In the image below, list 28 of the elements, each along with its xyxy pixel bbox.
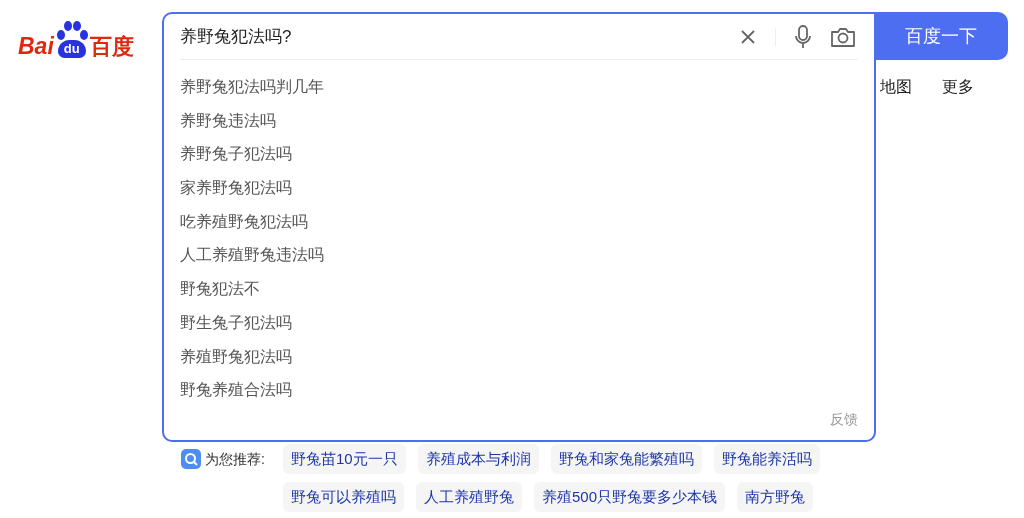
suggestion-item[interactable]: 野兔养殖合法吗 [164,373,874,407]
suggestion-item[interactable]: 人工养殖野兔违法吗 [164,238,874,273]
recommend-chip[interactable]: 养殖成本与利润 [417,444,539,474]
recommend-chip[interactable]: 野兔苗10元一只 [283,444,406,474]
recommend-chip[interactable]: 野兔可以养殖吗 [283,482,404,512]
suggestion-item[interactable]: 吃养殖野兔犯法吗 [164,204,874,239]
suggestion-item[interactable]: 野兔犯法不 [164,272,874,306]
camera-icon[interactable] [830,25,856,48]
search-field[interactable]: 养野兔犯法吗? [180,23,739,50]
nav-link[interactable]: 地图 [880,75,912,99]
search-button[interactable]: 百度一下 [874,12,1008,60]
suggestion-item[interactable]: 养野兔子犯法吗 [164,137,874,172]
search-icon [181,449,201,469]
suggestion-item[interactable]: 家养野兔犯法吗 [164,171,874,205]
clear-icon[interactable] [739,27,757,46]
logo[interactable]: Bai du 百度 [18,18,134,58]
suggestion-item[interactable]: 养野兔违法吗 [164,103,874,138]
suggestion-item[interactable]: 养殖野兔犯法吗 [164,339,874,374]
recommend-chip[interactable]: 野兔和家兔能繁殖吗 [550,444,702,474]
suggestion-item[interactable]: 养野兔犯法吗判几年 [164,70,874,104]
recommend-label: 为您推荐: [205,449,265,469]
nav-link[interactable]: 更多 [942,75,974,99]
recommend-chip[interactable]: 南方野兔 [737,482,814,512]
recommend-chip[interactable]: 野兔能养活吗 [713,444,820,474]
recommend-chip[interactable]: 人工养殖野兔 [416,482,522,512]
suggestion-item[interactable]: 野生兔子犯法吗 [164,305,874,340]
recommend-chip[interactable]: 养殖500只野兔要多少本钱 [534,482,726,512]
microphone-icon[interactable] [794,24,812,49]
